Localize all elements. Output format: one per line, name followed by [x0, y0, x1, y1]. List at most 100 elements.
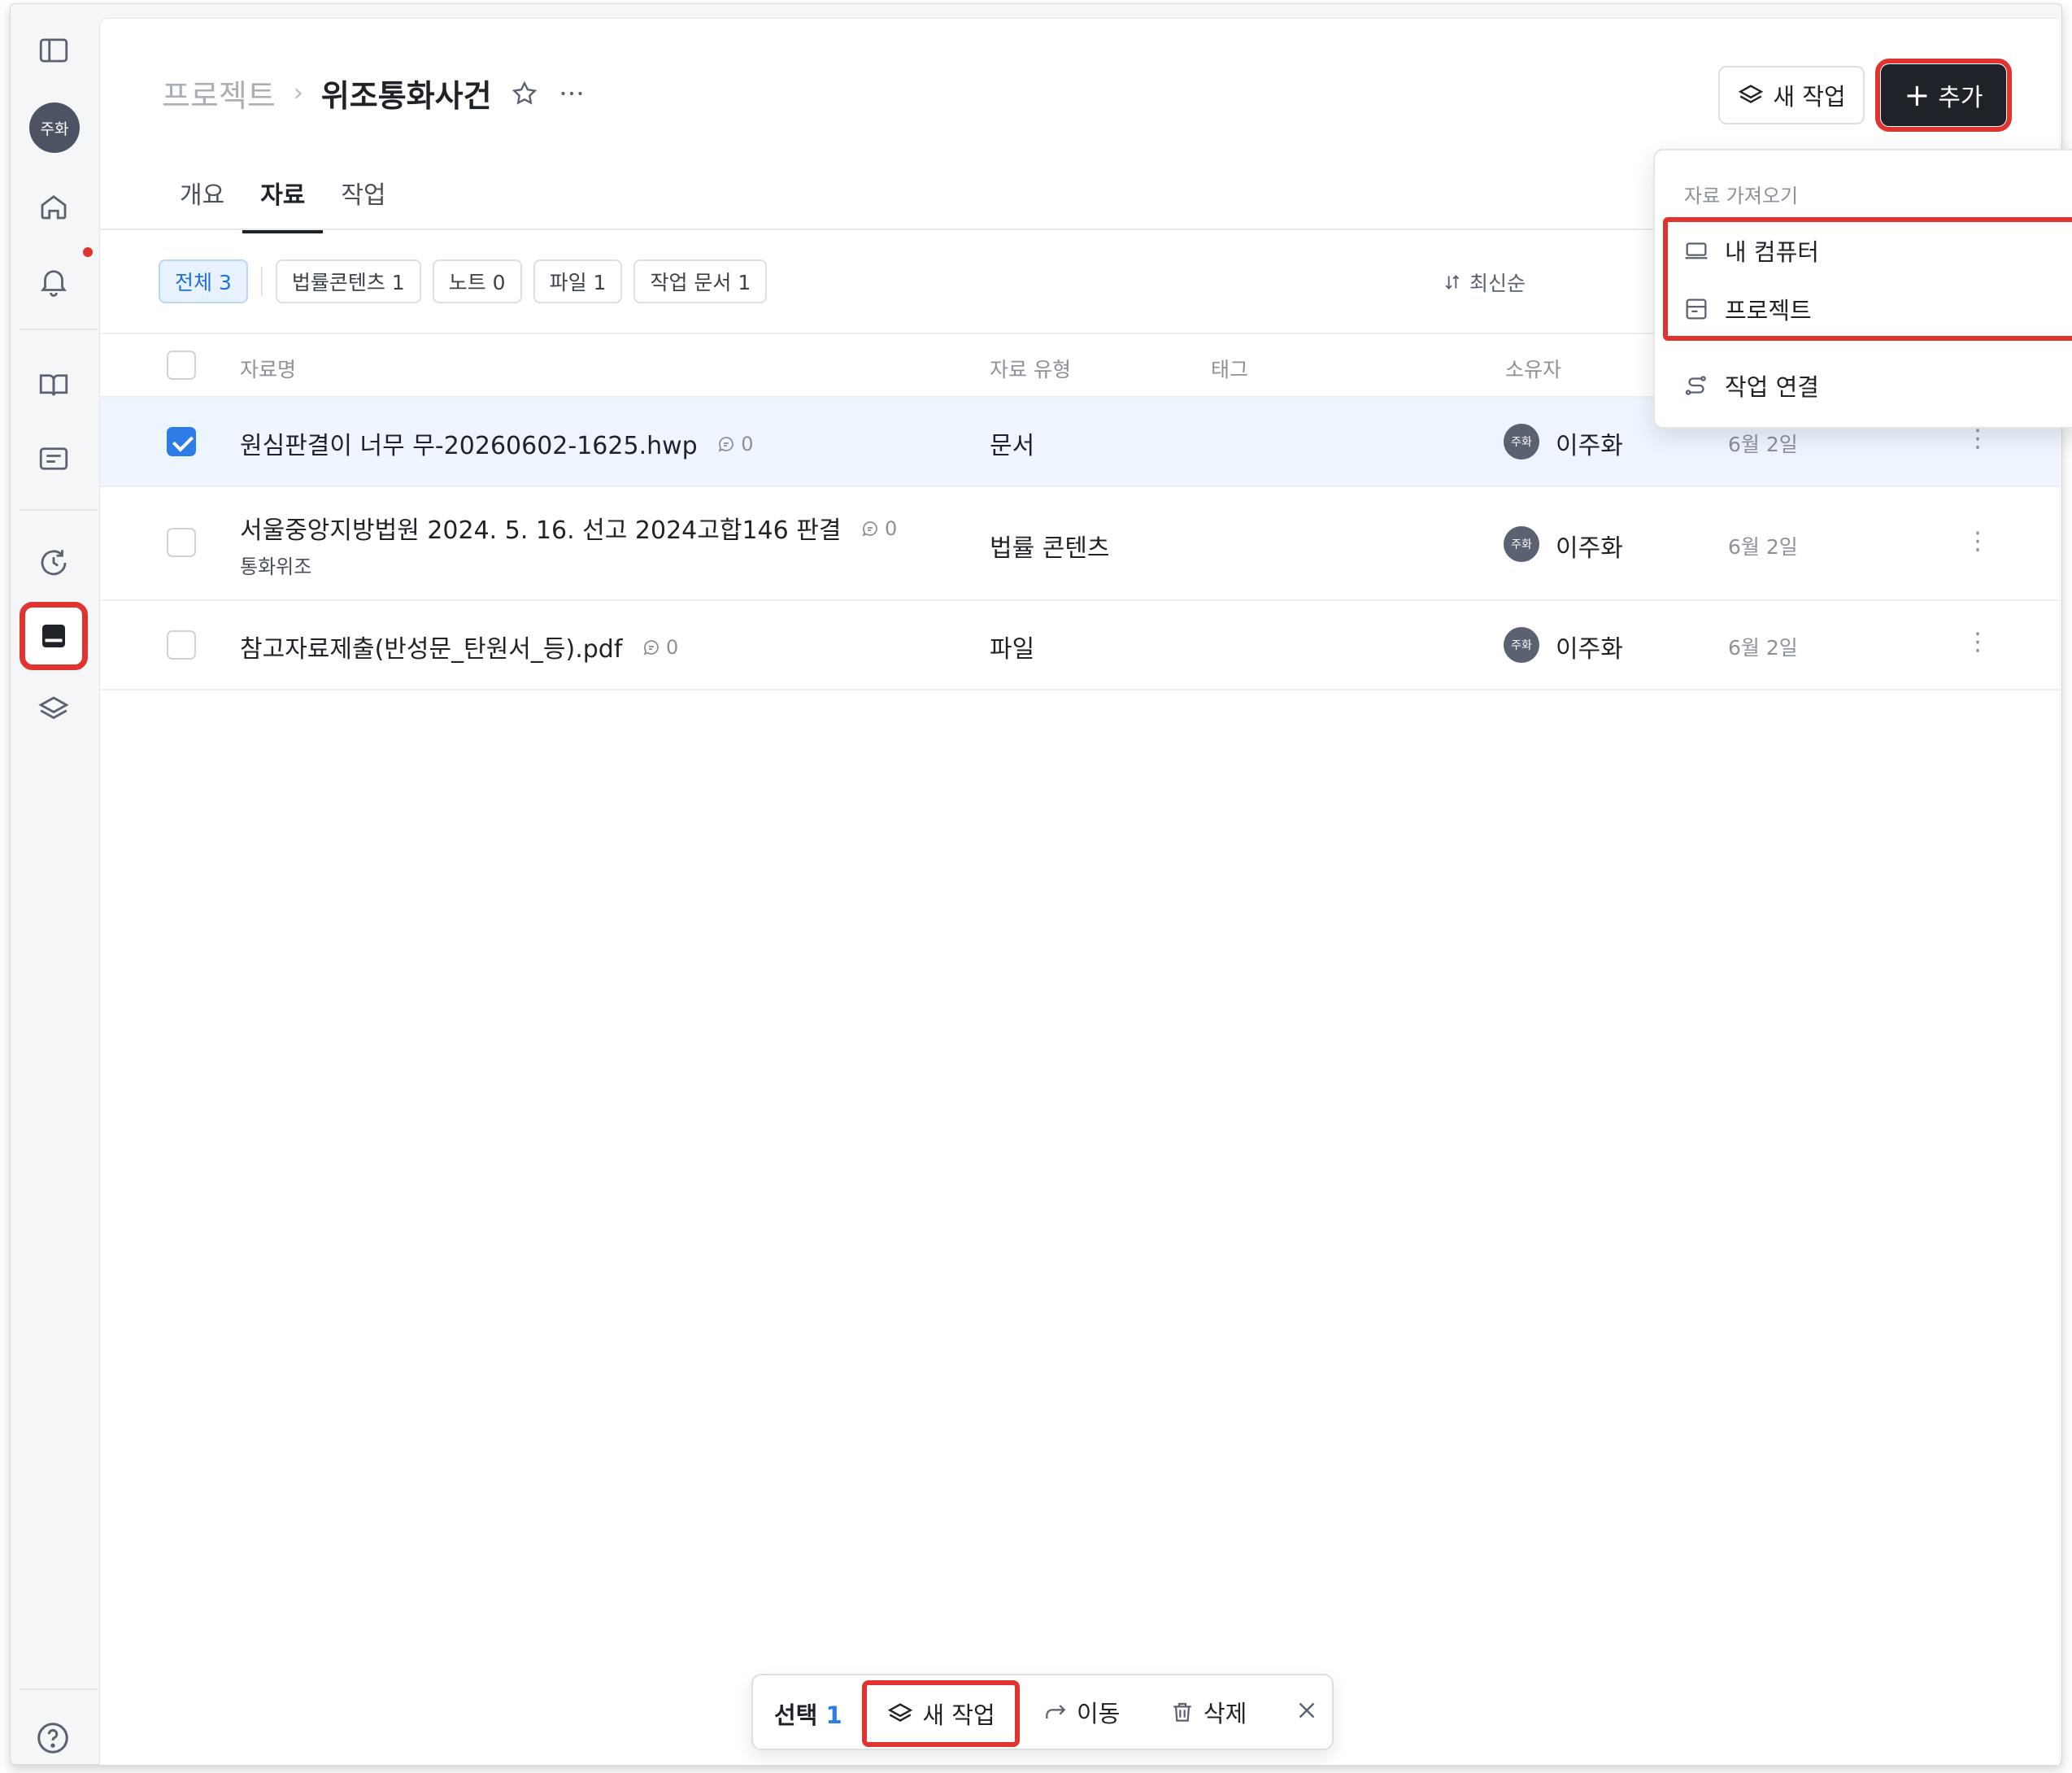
home-icon[interactable]	[24, 177, 83, 236]
table-row[interactable]: 참고자료제출(반성문_탄원서_등).pdf 0 파일 주화 이주화 6월 2일 …	[100, 601, 2060, 690]
comment-count: 0	[860, 517, 897, 540]
menu-item-label: 내 컴퓨터	[1725, 238, 1819, 266]
selected-count: 선택 1	[774, 1697, 842, 1731]
row-date: 6월 2일	[1728, 433, 1798, 456]
list-icon[interactable]	[24, 429, 83, 488]
add-button[interactable]: + 추가	[1875, 59, 2012, 132]
bulk-new-task-label: 새 작업	[922, 1701, 995, 1729]
row-name[interactable]: 참고자료제출(반성문_탄원서_등).pdf 0	[240, 629, 678, 664]
comment-count: 0	[642, 636, 678, 659]
dropdown-heading: 자료 가져오기	[1684, 185, 1799, 207]
row-checkbox[interactable]	[167, 630, 196, 660]
filter-all[interactable]: 전체 3	[159, 259, 248, 303]
new-task-button[interactable]: 새 작업	[1718, 66, 1865, 124]
filter-divider	[260, 267, 263, 296]
sort-dropdown[interactable]: 최신순	[1442, 268, 1526, 297]
row-more-icon[interactable]: ⋮	[1965, 630, 1990, 655]
column-type[interactable]: 자료 유형	[990, 354, 1071, 383]
book-icon[interactable]	[24, 356, 83, 415]
more-horizontal-icon[interactable]	[557, 79, 586, 108]
delete-button[interactable]: 삭제	[1169, 1695, 1247, 1729]
comment-count: 0	[716, 433, 754, 455]
move-arrow-icon	[1046, 1705, 1066, 1719]
breadcrumb: 프로젝트 › 위조통화사건	[162, 71, 586, 115]
column-name[interactable]: 자료명	[240, 354, 296, 383]
help-icon[interactable]	[34, 1719, 72, 1757]
breadcrumb-separator: ›	[293, 79, 303, 107]
main-panel: 프로젝트 › 위조통화사건 새 작업 + 추가 개요 자료 작업 전체 3 법률…	[99, 18, 2072, 1765]
row-checkbox[interactable]	[167, 427, 196, 456]
menu-item-my-computer[interactable]: 내 컴퓨터	[1682, 233, 1819, 268]
move-button[interactable]: 이동	[1043, 1695, 1120, 1729]
layers-icon	[888, 1703, 913, 1722]
selected-count-value: 1	[825, 1701, 842, 1729]
owner-avatar: 주화	[1504, 424, 1539, 460]
breadcrumb-parent[interactable]: 프로젝트	[162, 71, 276, 115]
trash-icon	[1173, 1702, 1191, 1722]
delete-label: 삭제	[1204, 1700, 1247, 1727]
column-tags[interactable]: 태그	[1211, 354, 1248, 383]
menu-item-project[interactable]: 프로젝트	[1682, 292, 1812, 326]
add-label: 추가	[1938, 84, 1983, 112]
comment-count-value: 0	[885, 517, 898, 540]
row-name-text: 원심판결이 너무 무-20260602-1625.hwp	[240, 432, 698, 460]
close-icon[interactable]	[1293, 1697, 1321, 1727]
inbox-icon[interactable]	[20, 602, 88, 670]
filter-legal-content[interactable]: 법률콘텐츠 1	[275, 259, 421, 303]
sidebar-divider	[20, 329, 98, 330]
row-type: 법률 콘텐츠	[990, 534, 1110, 563]
comment-icon	[643, 640, 659, 656]
page-title: 위조통화사건	[320, 78, 492, 114]
bulk-new-task-button[interactable]: 새 작업	[862, 1680, 1020, 1747]
row-owner: 이주화	[1556, 432, 1623, 460]
comment-icon	[862, 521, 877, 537]
sidebar: 주화	[10, 3, 98, 1765]
row-name[interactable]: 서울중앙지방법원 2024. 5. 16. 선고 2024고합146 판결 0	[240, 510, 897, 546]
sort-icon	[1445, 275, 1460, 290]
row-checkbox[interactable]	[167, 528, 196, 557]
row-type: 문서	[990, 432, 1035, 460]
row-date: 6월 2일	[1728, 535, 1798, 559]
comment-count-value: 0	[665, 636, 679, 659]
filter-chips: 전체 3 법률콘텐츠 1 노트 0 파일 1 작업 문서 1	[159, 259, 768, 303]
star-icon[interactable]	[510, 79, 539, 108]
menu-item-link-task[interactable]: 작업 연결	[1682, 368, 1819, 403]
menu-item-label: 프로젝트	[1725, 297, 1812, 325]
panel-toggle-icon[interactable]	[24, 21, 83, 80]
history-icon[interactable]	[24, 534, 83, 592]
sidebar-divider	[20, 1688, 98, 1690]
move-label: 이동	[1077, 1700, 1121, 1727]
notification-dot	[83, 247, 93, 257]
selected-label: 선택	[774, 1701, 818, 1729]
row-subtitle: 통화위조	[240, 555, 312, 578]
folder-icon	[1686, 298, 1707, 320]
sort-label: 최신순	[1469, 272, 1526, 295]
tab-tasks[interactable]: 작업	[323, 165, 403, 232]
owner-avatar: 주화	[1504, 627, 1539, 663]
comment-icon	[718, 437, 734, 452]
filter-files[interactable]: 파일 1	[533, 259, 623, 303]
user-avatar[interactable]: 주화	[29, 102, 80, 153]
select-all-checkbox[interactable]	[167, 351, 196, 380]
filter-notes[interactable]: 노트 0	[432, 259, 522, 303]
row-name[interactable]: 원심판결이 너무 무-20260602-1625.hwp 0	[240, 425, 754, 461]
row-name-text: 참고자료제출(반성문_탄원서_등).pdf	[240, 635, 623, 664]
tab-materials[interactable]: 자료	[242, 165, 324, 233]
row-name-text: 서울중앙지방법원 2024. 5. 16. 선고 2024고합146 판결	[240, 516, 842, 545]
owner-avatar: 주화	[1504, 526, 1539, 562]
layers-icon	[1739, 85, 1764, 103]
tab-overview[interactable]: 개요	[162, 165, 242, 232]
row-more-icon[interactable]: ⋮	[1965, 427, 1990, 451]
laptop-icon	[1685, 242, 1708, 259]
new-task-label: 새 작업	[1773, 83, 1846, 111]
column-owner[interactable]: 소유자	[1505, 354, 1561, 383]
sidebar-divider	[20, 509, 98, 511]
bell-icon[interactable]	[24, 252, 83, 311]
comment-count-value: 0	[741, 433, 754, 455]
row-more-icon[interactable]: ⋮	[1965, 529, 1990, 554]
layers-icon[interactable]	[24, 680, 83, 738]
filter-task-docs[interactable]: 작업 문서 1	[633, 259, 768, 303]
table-row[interactable]: 서울중앙지방법원 2024. 5. 16. 선고 2024고합146 판결 0 …	[100, 487, 2060, 601]
tab-bar: 개요 자료 작업	[162, 165, 404, 233]
row-type: 파일	[990, 635, 1035, 664]
